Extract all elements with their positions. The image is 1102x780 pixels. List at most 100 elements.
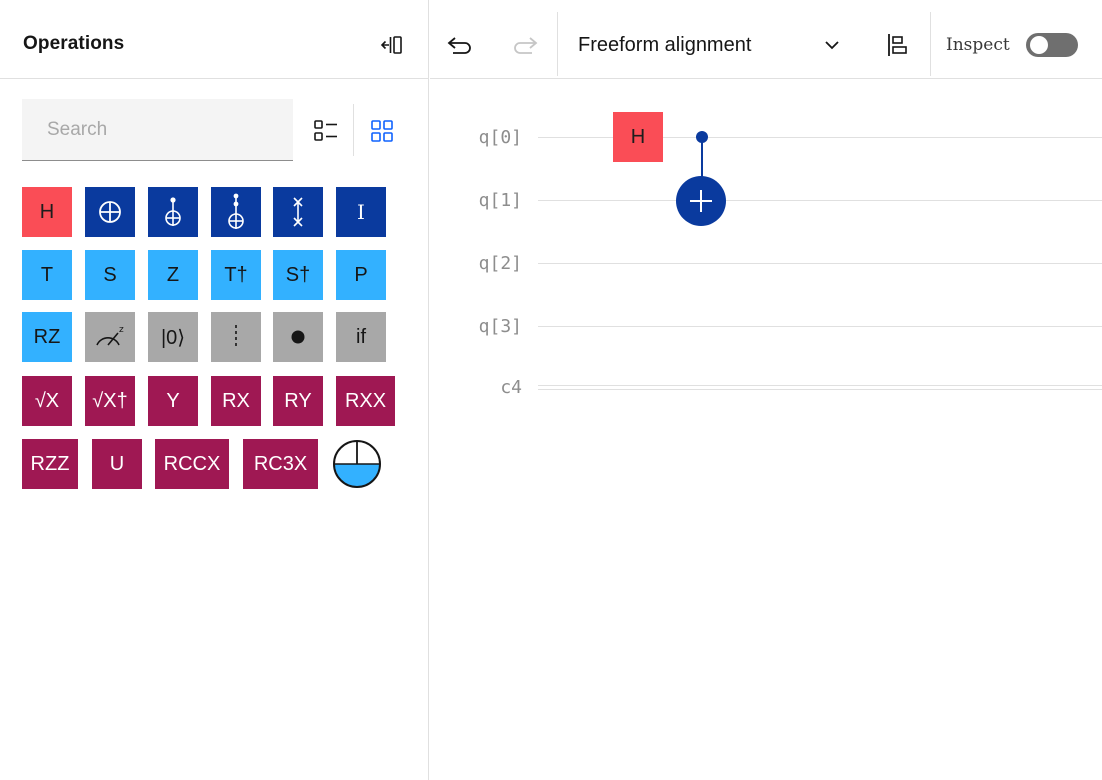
gate-t[interactable]: T xyxy=(22,250,72,300)
gate-sxdg[interactable]: √X† xyxy=(85,376,135,426)
alignment-value: Freeform alignment xyxy=(578,33,752,56)
list-view-icon xyxy=(314,120,337,141)
gate-label: Z xyxy=(166,263,180,286)
gate-label: Y xyxy=(166,389,180,412)
gate-rz[interactable]: RZ xyxy=(22,312,72,362)
svg-text:z: z xyxy=(119,325,124,335)
gate-label: H xyxy=(39,200,55,223)
toggle-knob xyxy=(1030,36,1048,54)
gate-rccx[interactable]: RCCX xyxy=(155,439,229,489)
alignment-dropdown[interactable]: Freeform alignment xyxy=(558,24,848,66)
gate-label: RX xyxy=(222,389,250,412)
gate-rxx[interactable]: RXX xyxy=(336,376,395,426)
qubit-wire xyxy=(538,200,1102,201)
align-left-button[interactable] xyxy=(878,26,916,64)
gate-label: √X xyxy=(34,389,60,412)
wire-label-q1: q[1] xyxy=(478,190,522,211)
gate-sdg[interactable]: S† xyxy=(273,250,323,300)
inspect-toggle[interactable] xyxy=(1026,33,1078,57)
gate-cnot[interactable] xyxy=(85,187,135,237)
gate-probability[interactable] xyxy=(331,439,383,489)
cnot-target[interactable] xyxy=(676,176,726,226)
gate-ccx[interactable] xyxy=(148,187,198,237)
panel-title: Operations xyxy=(23,33,125,54)
circuit-toolbar: Freeform alignment Inspect xyxy=(430,0,1102,79)
gate-u[interactable]: U xyxy=(92,439,142,489)
plus-icon xyxy=(690,190,712,212)
gate-i[interactable]: I xyxy=(336,187,386,237)
gate-label: if xyxy=(356,325,366,348)
list-view-button[interactable] xyxy=(308,113,344,149)
gate-ry[interactable]: RY xyxy=(273,376,323,426)
gate-rzz[interactable]: RZZ xyxy=(22,439,78,489)
gate-y[interactable]: Y xyxy=(148,376,198,426)
cnot-icon xyxy=(99,201,121,223)
search-field[interactable] xyxy=(22,99,293,161)
view-divider xyxy=(353,104,354,156)
toffoli-icon xyxy=(165,197,181,226)
gate-label: RZZ xyxy=(30,452,70,475)
collapse-panel-icon xyxy=(380,36,402,54)
gate-reset[interactable]: |0⟩ xyxy=(148,312,198,362)
wire-label-q0: q[0] xyxy=(478,127,522,148)
gate-sx[interactable]: √X xyxy=(22,376,72,426)
measure-icon: z xyxy=(96,325,124,346)
barrier-icon xyxy=(235,325,237,349)
gate-control[interactable] xyxy=(273,312,323,362)
collapse-panel-button[interactable] xyxy=(374,28,410,62)
gate-measure[interactable]: z xyxy=(85,312,135,362)
gate-label: RCCX xyxy=(163,452,221,475)
undo-icon xyxy=(447,37,471,54)
gate-label: RC3X xyxy=(253,452,308,475)
gate-label: RXX xyxy=(344,389,387,412)
gate-rc3x[interactable]: RC3X xyxy=(243,439,318,489)
gate-label: |0⟩ xyxy=(160,326,186,349)
gate-if[interactable]: if xyxy=(336,312,386,362)
align-left-icon xyxy=(888,34,907,56)
gate-swap[interactable] xyxy=(273,187,323,237)
chevron-down-icon xyxy=(825,41,839,50)
wire-label-q3: q[3] xyxy=(478,316,522,337)
classical-wire xyxy=(538,385,1102,390)
gate-c3x[interactable] xyxy=(211,187,261,237)
swap-icon xyxy=(293,197,303,227)
gate-tdg[interactable]: T† xyxy=(211,250,261,300)
gate-s[interactable]: S xyxy=(85,250,135,300)
operations-panel: Operations H xyxy=(0,0,429,780)
undo-button[interactable] xyxy=(442,26,480,64)
qubit-wire xyxy=(538,326,1102,327)
c3x-icon xyxy=(228,193,244,229)
gate-p[interactable]: P xyxy=(336,250,386,300)
gate-label: U xyxy=(109,452,125,475)
cnot-control-dot[interactable] xyxy=(696,131,708,143)
gate-label: T xyxy=(40,263,54,286)
redo-button[interactable] xyxy=(505,26,543,64)
probability-disk-icon xyxy=(333,440,381,488)
control-dot-icon xyxy=(291,330,305,344)
grid-view-icon xyxy=(371,120,393,142)
gate-label: I xyxy=(357,200,365,224)
gate-label: RZ xyxy=(33,325,61,348)
grid-view-button[interactable] xyxy=(364,113,400,149)
gate-label: S† xyxy=(285,263,311,286)
qubit-wire xyxy=(538,263,1102,264)
operations-header: Operations xyxy=(0,0,429,79)
gate-rx[interactable]: RX xyxy=(211,376,261,426)
wire-label-c4: c4 xyxy=(500,377,522,398)
circuit-canvas[interactable]: q[0] q[1] q[2] q[3] c4 H xyxy=(430,80,1102,780)
gate-barrier[interactable] xyxy=(211,312,261,362)
placed-h-gate[interactable]: H xyxy=(613,112,663,162)
gate-label: P xyxy=(354,263,368,286)
gate-label: T† xyxy=(224,263,248,286)
gate-label: √X† xyxy=(92,389,128,412)
gate-z[interactable]: Z xyxy=(148,250,198,300)
gate-label: S xyxy=(103,263,117,286)
gate-h[interactable]: H xyxy=(22,187,72,237)
gate-label: H xyxy=(630,125,646,148)
toolbar-divider xyxy=(930,12,931,76)
inspect-label: Inspect xyxy=(946,35,1010,55)
gate-label: RY xyxy=(284,389,312,412)
redo-icon xyxy=(514,37,538,54)
search-input[interactable] xyxy=(22,99,293,160)
wire-label-q2: q[2] xyxy=(478,253,522,274)
